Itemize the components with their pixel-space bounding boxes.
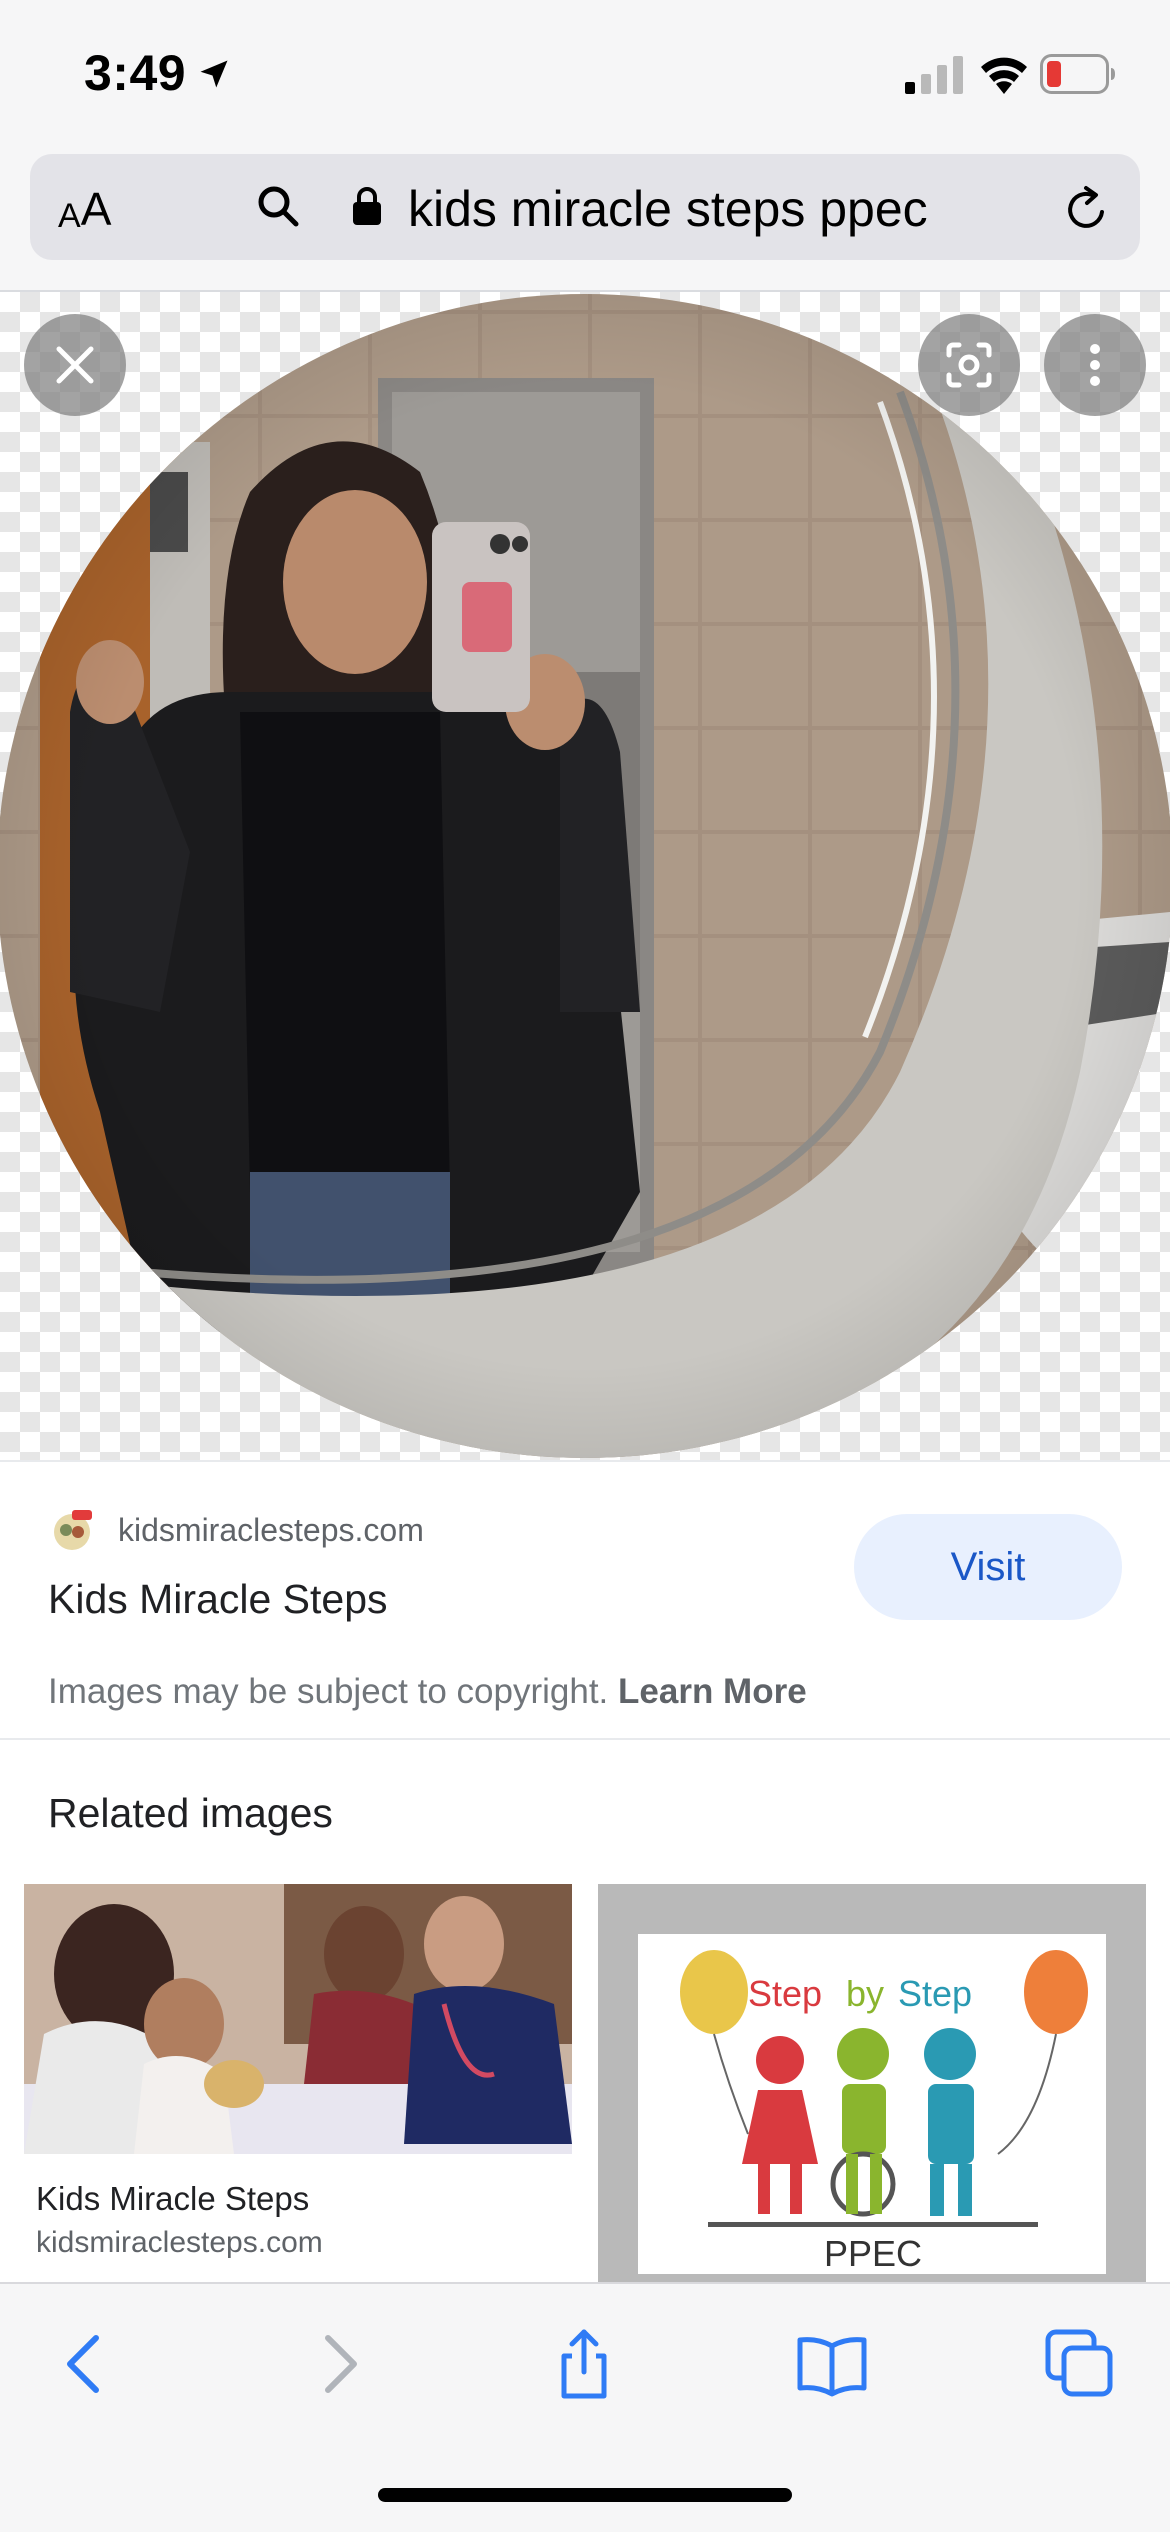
close-button[interactable]	[24, 314, 126, 416]
related-image-thumbnail: Step by Step PPEC	[598, 1884, 1146, 2284]
location-arrow-icon	[200, 60, 228, 88]
url-text[interactable]: kids miracle steps ppec	[408, 180, 928, 238]
related-image-card[interactable]: Kids Miracle Steps kidsmiraclesteps.com	[24, 1884, 572, 2284]
chevron-right-icon	[325, 2335, 357, 2393]
address-bar[interactable]: A A kids miracle steps ppec	[30, 154, 1140, 260]
preview-image	[0, 294, 1170, 1458]
back-button[interactable]	[46, 2324, 126, 2404]
lens-search-button[interactable]	[918, 314, 1020, 416]
home-indicator	[378, 2488, 792, 2502]
image-viewer[interactable]	[0, 292, 1170, 1460]
copyright-text: Images may be subject to copyright.	[48, 1672, 609, 1711]
book-icon	[797, 2337, 867, 2397]
reader-settings-button[interactable]: A A	[58, 180, 111, 236]
logo-word-step2: Step	[898, 1973, 972, 2014]
reload-icon[interactable]	[1062, 184, 1112, 234]
bookmarks-button[interactable]	[792, 2324, 872, 2404]
battery-icon	[1040, 54, 1115, 94]
search-icon	[258, 186, 299, 227]
aa-big-letter: A	[80, 183, 112, 235]
related-image-card[interactable]: Step by Step PPEC	[598, 1884, 1146, 2284]
lens-search-icon	[946, 342, 992, 388]
status-bar: 3:49	[0, 0, 1170, 150]
more-options-button[interactable]	[1044, 314, 1146, 416]
logo-word-step: Step	[748, 1973, 822, 2014]
cellular-signal-icon	[905, 56, 963, 94]
wifi-icon	[981, 57, 1027, 94]
copyright-notice: Images may be subject to copyright. Lear…	[48, 1672, 807, 1712]
chevron-left-icon	[67, 2335, 99, 2393]
logo-word-by: by	[846, 1973, 884, 2014]
share-button[interactable]	[544, 2324, 624, 2404]
aa-small-letter: A	[58, 197, 81, 235]
source-panel: kidsmiraclesteps.com Kids Miracle Steps …	[0, 1460, 1170, 1740]
page-title[interactable]: Kids Miracle Steps	[48, 1576, 388, 1623]
related-image-domain: kidsmiraclesteps.com	[36, 2226, 323, 2259]
visit-button[interactable]: Visit	[854, 1514, 1122, 1620]
site-favicon-icon	[54, 1510, 92, 1550]
browser-chrome: A A kids miracle steps ppec	[0, 150, 1170, 292]
tabs-button[interactable]	[1040, 2324, 1120, 2404]
share-icon	[561, 2329, 607, 2399]
related-image-thumbnail	[24, 1884, 572, 2154]
status-time: 3:49	[84, 45, 187, 101]
lock-icon	[353, 187, 381, 225]
related-image-title: Kids Miracle Steps	[36, 2180, 310, 2217]
forward-button[interactable]	[298, 2324, 378, 2404]
close-icon	[56, 346, 94, 384]
logo-caption: PPEC	[824, 2233, 922, 2274]
learn-more-link[interactable]: Learn More	[618, 1672, 807, 1711]
related-images-heading: Related images	[48, 1790, 333, 1836]
tabs-icon	[1045, 2329, 1113, 2397]
site-domain[interactable]: kidsmiraclesteps.com	[118, 1512, 424, 1549]
more-vert-icon	[1090, 344, 1100, 386]
